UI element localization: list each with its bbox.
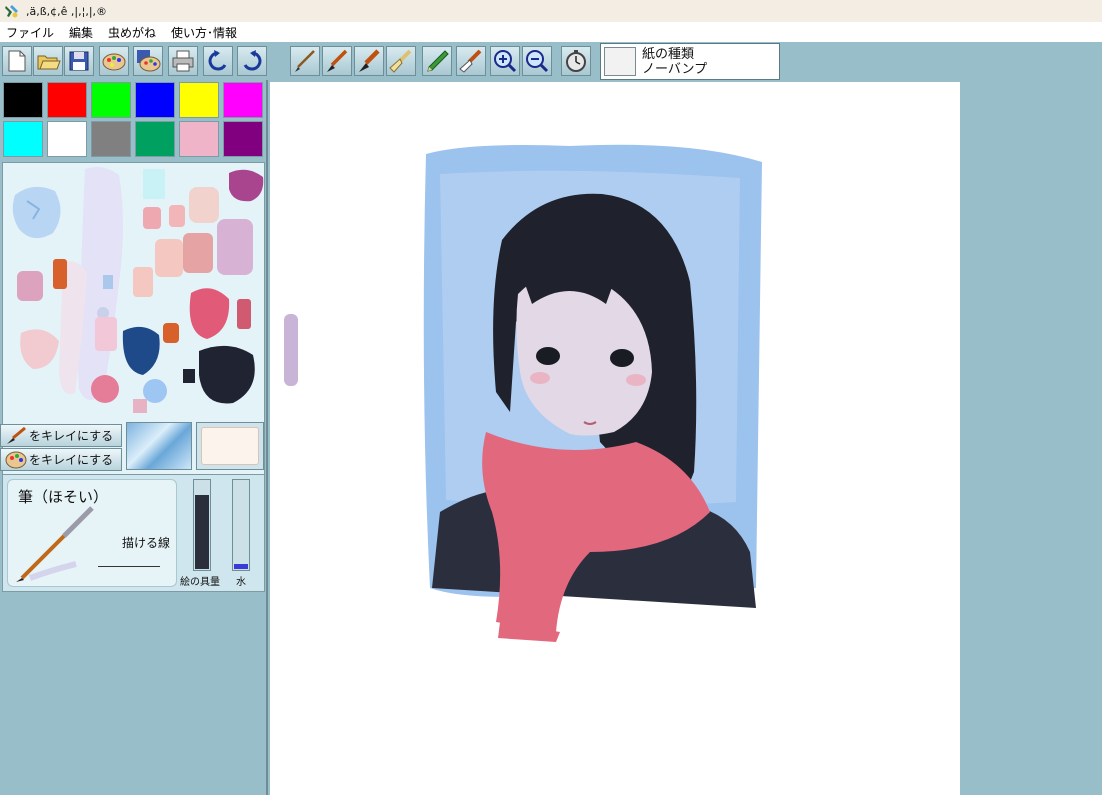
palette-swatch-pink[interactable] <box>179 121 219 157</box>
thick-brush-icon <box>359 49 380 72</box>
fine-brush-button[interactable] <box>290 46 320 76</box>
clean-palette-label: をキレイにする <box>29 453 114 467</box>
line-sample-label: 描ける線 <box>122 536 171 550</box>
eraser-brush-icon <box>459 49 482 73</box>
water-amount-meter <box>232 479 250 571</box>
paper-type-swatch <box>604 47 636 76</box>
save-button[interactable] <box>64 46 94 76</box>
new-file-button[interactable] <box>2 46 32 76</box>
flat-brush-button[interactable] <box>386 46 416 76</box>
palette-swatch-black[interactable] <box>3 82 43 118</box>
redo-icon <box>243 50 262 71</box>
flat-brush-icon <box>389 49 412 73</box>
menu-bar: ファイル 編集 虫めがね 使い方･情報 <box>0 22 1102 42</box>
clean-brush-button[interactable]: をキレイにする <box>0 424 122 447</box>
paint-amount-meter <box>193 479 211 571</box>
fine-brush-icon <box>295 50 315 72</box>
zoom-in-button[interactable] <box>490 46 520 76</box>
window-title: ,ä,ß,¢,ê ,|,¦,|,® <box>26 4 108 18</box>
palette-swatch-gray[interactable] <box>91 121 131 157</box>
thick-brush-button[interactable] <box>354 46 384 76</box>
color-palette <box>0 80 266 160</box>
palette-swatch-white[interactable] <box>47 121 87 157</box>
pencil-button[interactable] <box>422 46 452 76</box>
menu-magnifier[interactable]: 虫めがね <box>108 24 156 41</box>
new-file-icon <box>8 50 26 72</box>
app-icon <box>5 5 18 18</box>
palette-open-button[interactable] <box>99 46 129 76</box>
fine-brush-large-icon <box>16 506 94 582</box>
paint-amount-label: 絵の具量 <box>180 577 220 588</box>
open-folder-icon <box>37 55 61 70</box>
save-icon <box>69 51 89 71</box>
palette-swatch-yellow[interactable] <box>179 82 219 118</box>
current-brush-card[interactable]: 筆（ほそい） 描ける線 <box>7 479 177 587</box>
zoom-in-icon <box>494 50 517 73</box>
palette-swatch-red[interactable] <box>47 82 87 118</box>
palette-open-icon <box>102 53 126 71</box>
menu-file[interactable]: ファイル <box>6 24 54 41</box>
water-amount-label: 水 <box>236 577 246 588</box>
line-sample <box>98 566 160 567</box>
palette-swatch-purple[interactable] <box>223 121 263 157</box>
toolbar <box>0 42 1102 80</box>
medium-brush-button[interactable] <box>322 46 352 76</box>
undo-icon <box>208 50 227 71</box>
clean-palette-button[interactable]: をキレイにする <box>0 448 122 471</box>
eraser-brush-button[interactable] <box>456 46 486 76</box>
palette-swatch-teal-green[interactable] <box>135 121 175 157</box>
paper-type-label: 紙の種類 <box>642 46 695 62</box>
zoom-out-icon <box>526 50 549 73</box>
canvas-area <box>266 80 1102 795</box>
palette-save-button[interactable] <box>133 46 163 76</box>
paper-type-selector[interactable]: 紙の種類 ノーバンプ <box>600 43 780 80</box>
water-preview[interactable] <box>126 422 192 470</box>
brush-icon <box>7 426 26 444</box>
print-button[interactable] <box>168 46 198 76</box>
left-panel: をキレイにする をキレイにする 筆（ほそい） 描ける線 絵の具量 水 <box>0 80 266 795</box>
open-button[interactable] <box>33 46 63 76</box>
print-icon <box>172 50 194 72</box>
redo-button[interactable] <box>237 46 267 76</box>
medium-brush-icon <box>327 49 348 72</box>
water-amount-fill <box>234 563 248 569</box>
undo-button[interactable] <box>203 46 233 76</box>
palette-save-icon <box>137 50 161 72</box>
palette-swatch-cyan[interactable] <box>3 121 43 157</box>
paper-preview[interactable] <box>196 422 264 470</box>
title-bar: ,ä,ß,¢,ê ,|,¦,|,® <box>0 0 1102 22</box>
zoom-out-button[interactable] <box>522 46 552 76</box>
palette-swatch-blue[interactable] <box>135 82 175 118</box>
brush-info-panel: 筆（ほそい） 描ける線 絵の具量 水 <box>2 474 265 592</box>
palette-icon <box>5 451 27 468</box>
clean-brush-label: をキレイにする <box>29 429 114 443</box>
timer-button[interactable] <box>561 46 591 76</box>
timer-icon <box>566 50 586 72</box>
menu-help-info[interactable]: 使い方･情報 <box>171 24 237 41</box>
menu-edit[interactable]: 編集 <box>69 24 93 41</box>
palette-swatch-green[interactable] <box>91 82 131 118</box>
pencil-icon <box>427 50 449 72</box>
drawing-canvas[interactable] <box>270 82 960 795</box>
paper-type-value: ノーバンプ <box>642 61 708 77</box>
palette-swatch-magenta[interactable] <box>223 82 263 118</box>
portrait-painting <box>284 144 762 642</box>
paint-amount-fill <box>195 495 209 569</box>
